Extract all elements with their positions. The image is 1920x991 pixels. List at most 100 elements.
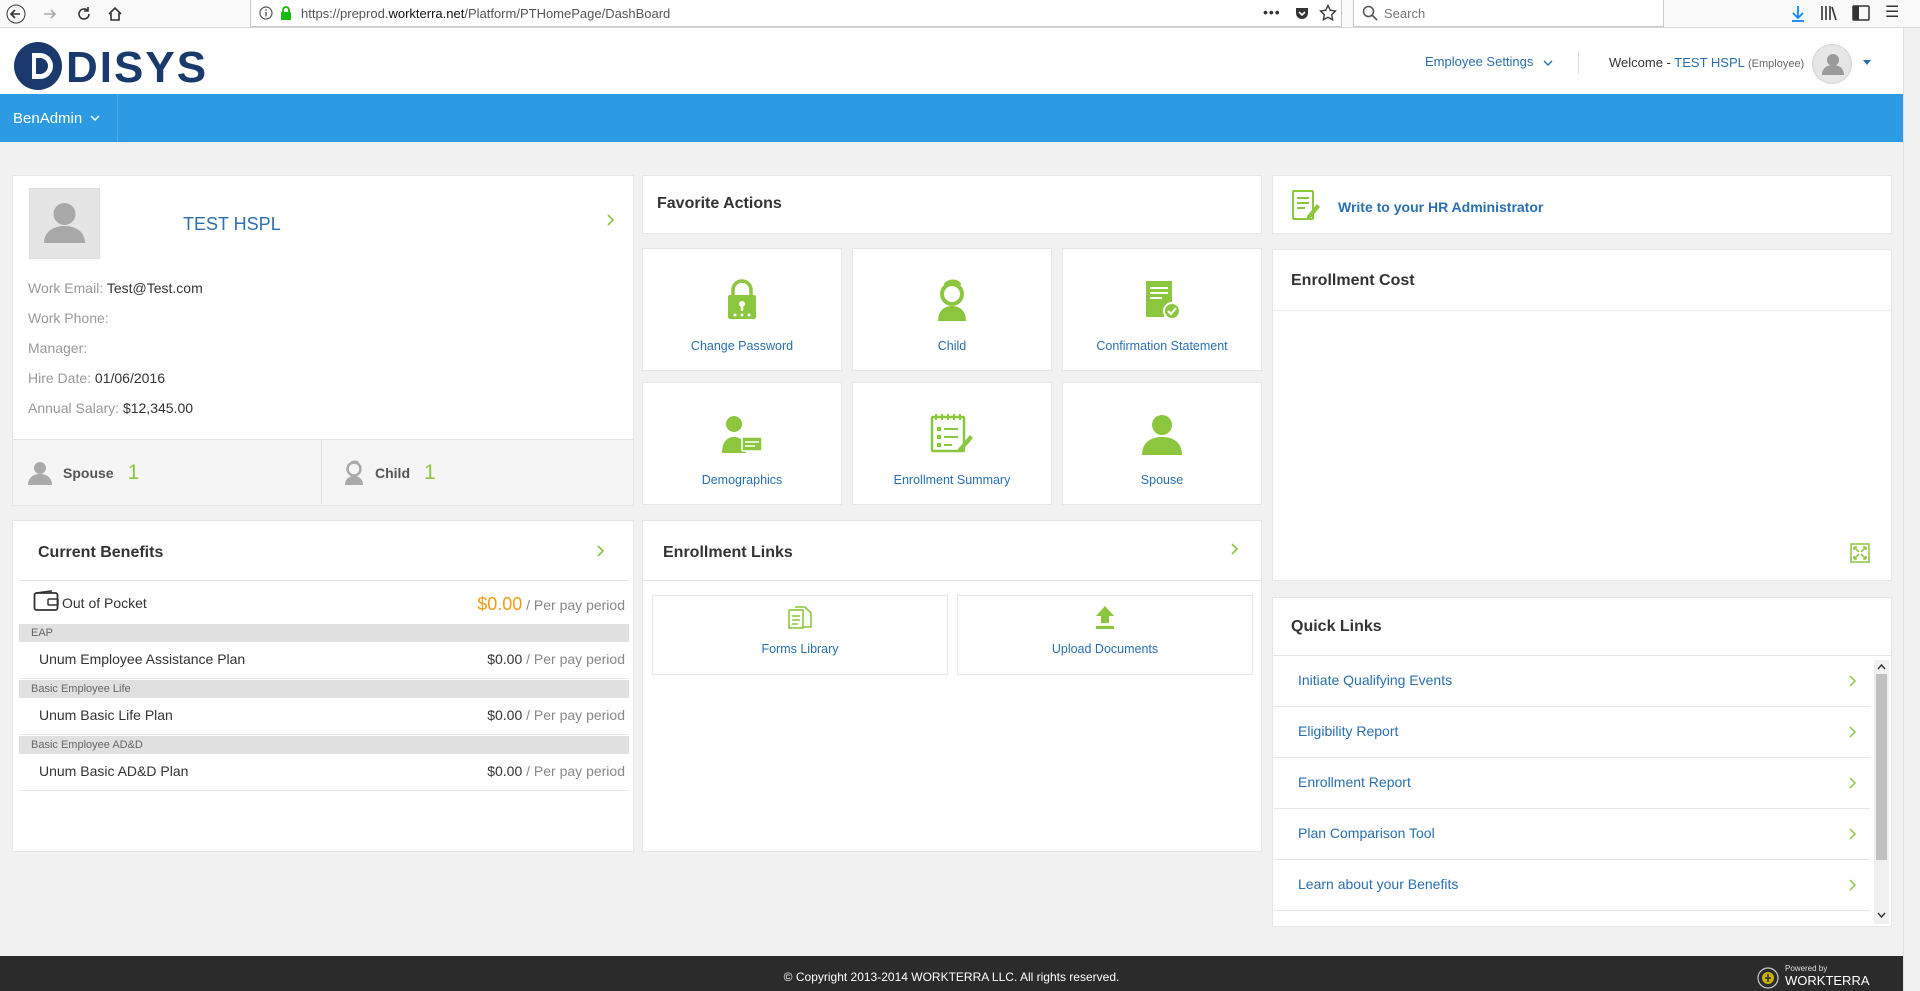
benadmin-menu[interactable]: BenAdmin <box>0 94 118 142</box>
child-icon <box>343 460 365 486</box>
hire-date-row: Hire Date: 01/06/2016 <box>28 370 165 386</box>
person-icon <box>27 460 53 486</box>
user-name[interactable]: TEST HSPL <box>1674 55 1744 70</box>
tile-spouse[interactable]: Spouse <box>1062 382 1262 505</box>
menu-icon[interactable]: ☰ <box>1885 5 1899 21</box>
reload-icon[interactable] <box>72 2 96 26</box>
benefit-cost: $0.00 / Per pay period <box>487 707 625 723</box>
chevron-right-icon <box>1849 726 1856 738</box>
benefit-row[interactable]: Unum Basic Life Plan $0.00 / Per pay per… <box>19 698 629 735</box>
home-icon[interactable] <box>103 2 127 26</box>
quick-links-title: Quick Links <box>1291 618 1382 635</box>
hr-admin-card[interactable]: Write to your HR Administrator <box>1272 175 1892 234</box>
tile-label: Change Password <box>690 339 794 353</box>
spouse-count: 1 <box>127 461 140 484</box>
logo-text: DISYS <box>66 43 208 92</box>
scroll-down-icon[interactable] <box>1877 912 1886 919</box>
tile-enrollment-summary[interactable]: Enrollment Summary <box>852 382 1052 505</box>
demographics-icon <box>643 413 841 455</box>
info-icon[interactable] <box>259 6 273 20</box>
user-role: (Employee) <box>1747 58 1805 70</box>
tile-label: Child <box>937 339 967 353</box>
forward-icon[interactable] <box>38 2 62 26</box>
page-scrollbar[interactable] <box>1903 28 1920 991</box>
library-icon[interactable] <box>1820 5 1838 21</box>
field-label: Work Phone: <box>28 310 109 326</box>
scroll-up-icon[interactable] <box>1877 663 1886 670</box>
chevron-right-icon <box>1849 777 1856 789</box>
benefit-plan: Unum Basic Life Plan <box>39 707 173 723</box>
sidebar-icon[interactable] <box>1852 5 1870 21</box>
spouse-summary[interactable]: Spouse 1 <box>27 440 139 506</box>
field-value: $12,345.00 <box>122 400 194 416</box>
app-header: DISYS Employee Settings Welcome - TEST H… <box>0 28 1903 94</box>
header-divider <box>1578 52 1579 74</box>
disys-logo[interactable]: DISYS <box>12 38 212 94</box>
benadmin-label: BenAdmin <box>13 109 83 127</box>
enrollment-links-title: Enrollment Links <box>663 544 793 561</box>
url-bar[interactable]: https://preprod.workterra.net/Platform/P… <box>250 0 1342 27</box>
family-divider <box>321 440 322 504</box>
profile-chevron-right-icon[interactable] <box>607 214 615 226</box>
quick-link-label: Enrollment Report <box>1298 774 1411 790</box>
bookmark-star-icon[interactable] <box>1319 4 1337 22</box>
benefit-row[interactable]: Unum Basic AD&D Plan $0.00 / Per pay per… <box>19 754 629 791</box>
browser-search-box[interactable]: Search <box>1353 0 1664 27</box>
benefit-cost: $0.00 / Per pay period <box>487 651 625 667</box>
benefits-chevron-right-icon[interactable] <box>597 545 605 557</box>
favorite-actions-title: Favorite Actions <box>657 195 782 212</box>
tile-confirmation-statement[interactable]: Confirmation Statement <box>1062 248 1262 371</box>
chevron-down-icon <box>1543 59 1553 67</box>
back-icon[interactable] <box>4 2 28 26</box>
tile-change-password[interactable]: Change Password <box>642 248 842 371</box>
child-summary[interactable]: Child 1 <box>343 440 436 506</box>
download-icon[interactable] <box>1790 5 1806 23</box>
enrollment-chevron-right-icon[interactable] <box>1231 543 1239 555</box>
employee-settings-menu[interactable]: Employee Settings <box>1425 54 1553 69</box>
benefit-plan: Unum Basic AD&D Plan <box>39 763 189 779</box>
profile-name[interactable]: TEST HSPL <box>183 214 281 235</box>
benefit-category: Basic Employee AD&D <box>19 736 629 754</box>
chevron-down-icon <box>90 114 100 122</box>
page-actions-icon[interactable]: ••• <box>1263 4 1281 20</box>
workterra-brand: WORKTERRA <box>1785 973 1870 988</box>
quick-link-item[interactable]: Plan Comparison Tool <box>1274 809 1870 860</box>
upload-documents-link[interactable]: Upload Documents <box>957 595 1253 675</box>
field-value: Test@Test.com <box>106 280 203 296</box>
expand-icon[interactable] <box>1850 543 1870 563</box>
checklist-icon <box>853 413 1051 455</box>
work-email-row: Work Email: Test@Test.com <box>28 280 203 296</box>
search-icon <box>1362 5 1378 21</box>
person-icon <box>1063 413 1261 455</box>
benefit-amount: $0.00 <box>487 707 523 723</box>
benefit-row[interactable]: Unum Employee Assistance Plan $0.00 / Pe… <box>19 642 629 679</box>
tile-child[interactable]: Child <box>852 248 1052 371</box>
footer: © Copyright 2013-2014 WORKTERRA LLC. All… <box>0 956 1903 991</box>
child-icon <box>853 279 1051 321</box>
quick-link-label: Learn about your Benefits <box>1298 876 1459 892</box>
quick-link-item[interactable]: Initiate Qualifying Events <box>1274 656 1870 707</box>
quick-links-scrollbar[interactable] <box>1874 660 1889 924</box>
field-label: Annual Salary: <box>28 400 120 416</box>
certificate-icon <box>1063 279 1261 321</box>
document-icon <box>653 606 947 630</box>
tile-demographics[interactable]: Demographics <box>642 382 842 505</box>
quick-link-item[interactable]: Eligibility Report <box>1274 707 1870 758</box>
write-hr-link[interactable]: Write to your HR Administrator <box>1338 199 1543 215</box>
favorite-actions-header: Favorite Actions <box>642 175 1262 234</box>
avatar[interactable] <box>1812 44 1852 84</box>
forms-library-link[interactable]: Forms Library <box>652 595 948 675</box>
quick-link-item[interactable]: Enrollment Report <box>1274 758 1870 809</box>
tile-label: Spouse <box>1140 473 1184 487</box>
scrollbar-thumb[interactable] <box>1876 674 1887 860</box>
child-count: 1 <box>424 461 436 484</box>
wallet-icon <box>33 590 59 612</box>
main-nav-bar: BenAdmin <box>0 94 1903 142</box>
user-menu-caret-icon[interactable] <box>1862 58 1872 66</box>
child-label: Child <box>375 465 410 481</box>
out-of-pocket-label: Out of Pocket <box>62 595 147 611</box>
pocket-icon[interactable] <box>1294 5 1310 21</box>
field-label: Work Email: <box>28 280 104 296</box>
manager-row: Manager: <box>28 340 87 356</box>
quick-link-item[interactable]: Learn about your Benefits <box>1274 860 1870 911</box>
